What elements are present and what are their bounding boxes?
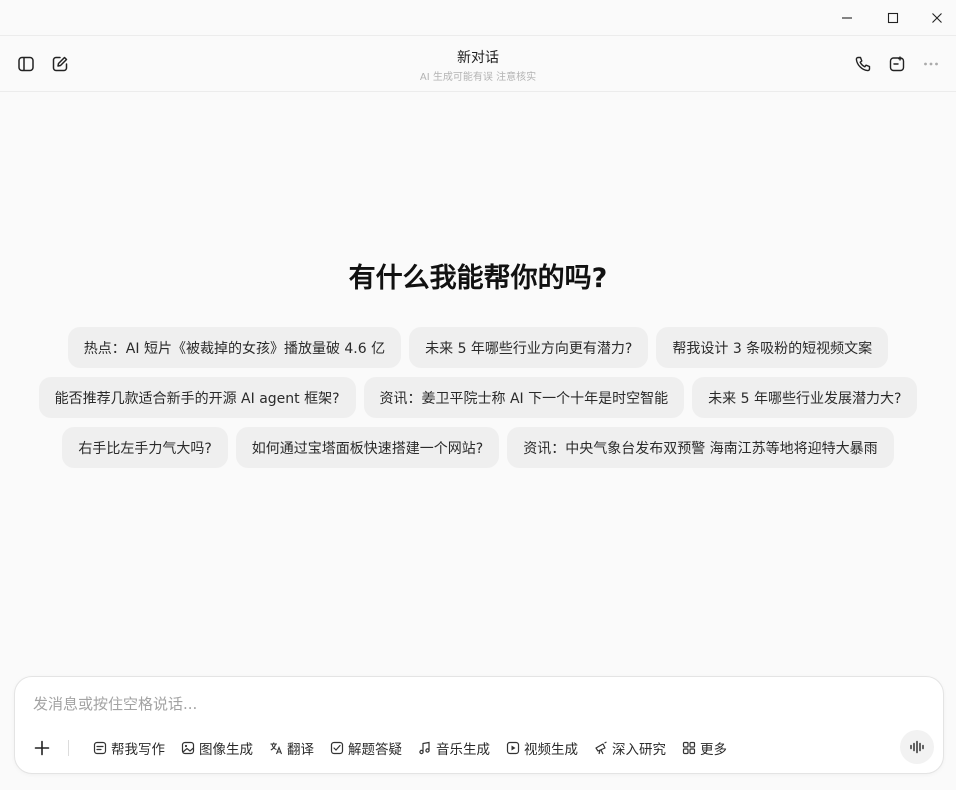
tool-label: 图像生成 (199, 742, 253, 758)
greeting-heading: 有什么我能帮你的吗? (348, 263, 608, 294)
suggestion-chip[interactable]: 帮我设计 3 条吸粉的短视频文案 (656, 327, 889, 368)
suggestion-chip[interactable]: 资讯：姜卫平院士称 AI 下一个十年是时空智能 (363, 377, 685, 418)
voice-call-button[interactable] (849, 50, 877, 78)
phone-icon (855, 56, 871, 72)
tool-label: 深入研究 (612, 742, 666, 758)
tool-label: 帮我写作 (111, 742, 165, 758)
suggestion-chip[interactable]: 热点：AI 短片《被裁掉的女孩》播放量破 4.6 亿 (67, 327, 402, 368)
image-icon (181, 741, 195, 755)
tool-problem-solving[interactable]: 解题答疑 (322, 735, 410, 761)
tool-label: 解题答疑 (348, 742, 402, 758)
share-icon (889, 56, 905, 72)
more-icon (924, 62, 938, 66)
minimize-button[interactable] (824, 0, 870, 36)
share-button[interactable] (883, 50, 911, 78)
tool-label: 音乐生成 (436, 742, 490, 758)
tool-label: 更多 (700, 742, 727, 758)
suggestion-chip[interactable]: 右手比左手力气大吗? (62, 427, 228, 468)
suggestion-chip[interactable]: 资讯：中央气象台发布双预警 海南江苏等地将迎特大暴雨 (507, 427, 894, 468)
tool-more[interactable]: 更多 (674, 735, 735, 761)
maximize-button[interactable] (870, 0, 916, 36)
tool-video-generation[interactable]: 视频生成 (498, 735, 586, 761)
tool-translate[interactable]: 翻译 (261, 735, 322, 761)
attach-button[interactable] (29, 735, 55, 761)
plus-icon (34, 740, 50, 756)
message-composer: 帮我写作 图像生成 翻译 解题答疑 音乐生成 视频生成 深入研究 更多 (14, 676, 944, 774)
message-input[interactable] (33, 691, 913, 717)
conversation-title: 新对话 (457, 50, 499, 66)
close-icon (932, 13, 942, 23)
suggestion-row: 右手比左手力气大吗? 如何通过宝塔面板快速搭建一个网站? 资讯：中央气象台发布双… (0, 427, 956, 468)
minimize-icon (842, 17, 852, 19)
suggestion-row: 能否推荐几款适合新手的开源 AI agent 框架? 资讯：姜卫平院士称 AI … (0, 377, 956, 418)
music-icon (418, 741, 432, 755)
grid-icon (682, 741, 696, 755)
suggestion-chip[interactable]: 未来 5 年哪些行业发展潜力大? (692, 377, 918, 418)
solve-icon (330, 741, 344, 755)
close-button[interactable] (914, 0, 956, 36)
maximize-icon (887, 12, 899, 24)
suggestion-chip[interactable]: 如何通过宝塔面板快速搭建一个网站? (235, 427, 500, 468)
suggestion-chip[interactable]: 未来 5 年哪些行业方向更有潜力? (409, 327, 649, 368)
ai-disclaimer: AI 生成可能有误 注意核实 (419, 72, 537, 83)
suggestion-chip[interactable]: 能否推荐几款适合新手的开源 AI agent 框架? (38, 377, 356, 418)
voice-wave-icon (910, 740, 924, 754)
toolbar-divider (68, 740, 69, 756)
voice-input-button[interactable] (900, 730, 934, 764)
window-titlebar (0, 0, 956, 36)
writing-icon (93, 741, 107, 755)
skill-toolbar: 帮我写作 图像生成 翻译 解题答疑 音乐生成 视频生成 深入研究 更多 (85, 735, 735, 761)
tool-label: 翻译 (287, 742, 314, 758)
more-options-button[interactable] (917, 50, 945, 78)
tool-music-generation[interactable]: 音乐生成 (410, 735, 498, 761)
tool-deep-research[interactable]: 深入研究 (586, 735, 674, 761)
tool-writing[interactable]: 帮我写作 (85, 735, 173, 761)
tool-label: 视频生成 (524, 742, 578, 758)
translate-icon (269, 741, 283, 755)
video-icon (506, 741, 520, 755)
research-icon (594, 741, 608, 755)
tool-image-generation[interactable]: 图像生成 (173, 735, 261, 761)
suggestion-row: 热点：AI 短片《被裁掉的女孩》播放量破 4.6 亿 未来 5 年哪些行业方向更… (0, 327, 956, 368)
chat-header: 新对话 AI 生成可能有误 注意核实 (0, 36, 956, 92)
